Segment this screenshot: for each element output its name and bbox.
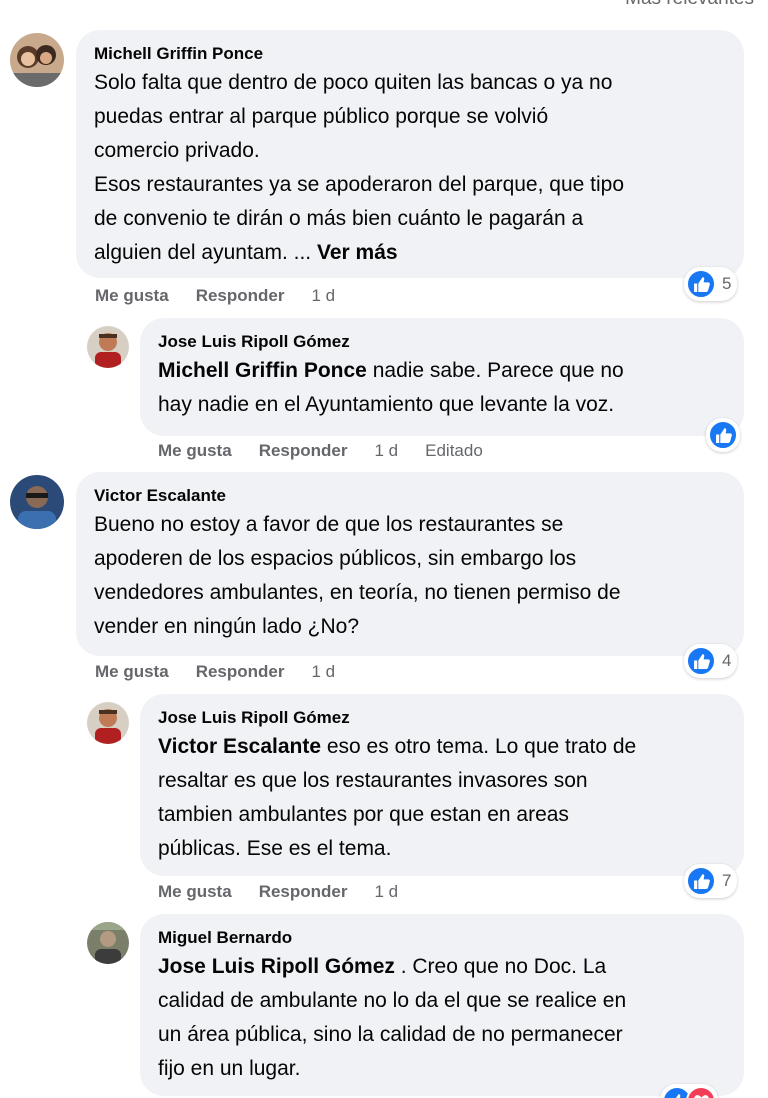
edited-label: Editado	[425, 441, 483, 460]
comment-actions: Me gusta Responder 1 d	[95, 662, 335, 682]
mention-link[interactable]: Michell Griffin Ponce	[158, 359, 367, 382]
reply-button[interactable]: Responder	[196, 286, 285, 306]
avatar-miguel[interactable]	[87, 922, 129, 964]
reply-bubble: Jose Luis Ripoll Gómez Michell Griffin P…	[140, 318, 744, 436]
thumbs-up-icon	[708, 420, 738, 450]
heart-icon	[686, 1086, 716, 1098]
reply-button[interactable]: Responder	[259, 882, 348, 902]
reaction-count[interactable]: 7	[684, 864, 738, 898]
comment-bubble: Victor Escalante Bueno no estoy a favor …	[76, 472, 744, 656]
thumbs-up-icon	[686, 646, 716, 676]
comment-timestamp[interactable]: 1 d	[374, 441, 398, 461]
comment-author[interactable]: Jose Luis Ripoll Gómez	[158, 330, 726, 354]
comment-author[interactable]: Michell Griffin Ponce	[94, 42, 726, 66]
reaction-count[interactable]	[660, 1084, 718, 1098]
comment-timestamp[interactable]: 1 d	[374, 882, 398, 902]
thumbs-up-icon	[686, 866, 716, 896]
comment-bubble: Michell Griffin Ponce Solo falta que den…	[76, 30, 744, 278]
avatar-jose[interactable]	[87, 326, 129, 368]
see-more-link[interactable]: Ver más	[317, 241, 398, 264]
reply-actions: Me gusta Responder 1 d	[158, 882, 398, 902]
comment-author[interactable]: Miguel Bernardo	[158, 926, 726, 950]
reply-bubble: Jose Luis Ripoll Gómez Victor Escalante …	[140, 694, 744, 876]
comment-author[interactable]: Jose Luis Ripoll Gómez	[158, 706, 726, 730]
comment-author[interactable]: Victor Escalante	[94, 484, 726, 508]
avatar-michell[interactable]	[10, 33, 64, 87]
like-button[interactable]: Me gusta	[158, 441, 232, 461]
comment-text: Michell Griffin Ponce nadie sabe. Parece…	[158, 359, 624, 416]
mention-link[interactable]: Victor Escalante	[158, 735, 321, 758]
thumbs-up-icon	[686, 269, 716, 299]
reaction-count[interactable]: 4	[684, 644, 738, 678]
reaction-count[interactable]: 5	[684, 267, 738, 301]
comment-actions: Me gusta Responder 1 d	[95, 286, 335, 306]
comment-text: Victor Escalante eso es otro tema. Lo qu…	[158, 735, 637, 860]
comment-text: Jose Luis Ripoll Gómez . Creo que no Doc…	[158, 955, 627, 1080]
reply-bubble: Miguel Bernardo Jose Luis Ripoll Gómez .…	[140, 914, 744, 1096]
mention-link[interactable]: Jose Luis Ripoll Gómez	[158, 955, 395, 978]
comment-text: Bueno no estoy a favor de que los restau…	[94, 513, 621, 638]
like-button[interactable]: Me gusta	[158, 882, 232, 902]
comment-timestamp[interactable]: 1 d	[311, 662, 335, 682]
like-button[interactable]: Me gusta	[95, 662, 169, 682]
reply-actions: Me gusta Responder 1 d Editado	[158, 441, 483, 461]
reply-button[interactable]: Responder	[259, 441, 348, 461]
comment-timestamp[interactable]: 1 d	[311, 286, 335, 306]
avatar-jose[interactable]	[87, 702, 129, 744]
like-button[interactable]: Me gusta	[95, 286, 169, 306]
comment-text: Solo falta que dentro de poco quiten las…	[94, 71, 625, 264]
sort-dropdown[interactable]: Más relevantes	[625, 0, 754, 10]
avatar-victor[interactable]	[10, 475, 64, 529]
reaction-count[interactable]	[706, 418, 740, 452]
reply-button[interactable]: Responder	[196, 662, 285, 682]
